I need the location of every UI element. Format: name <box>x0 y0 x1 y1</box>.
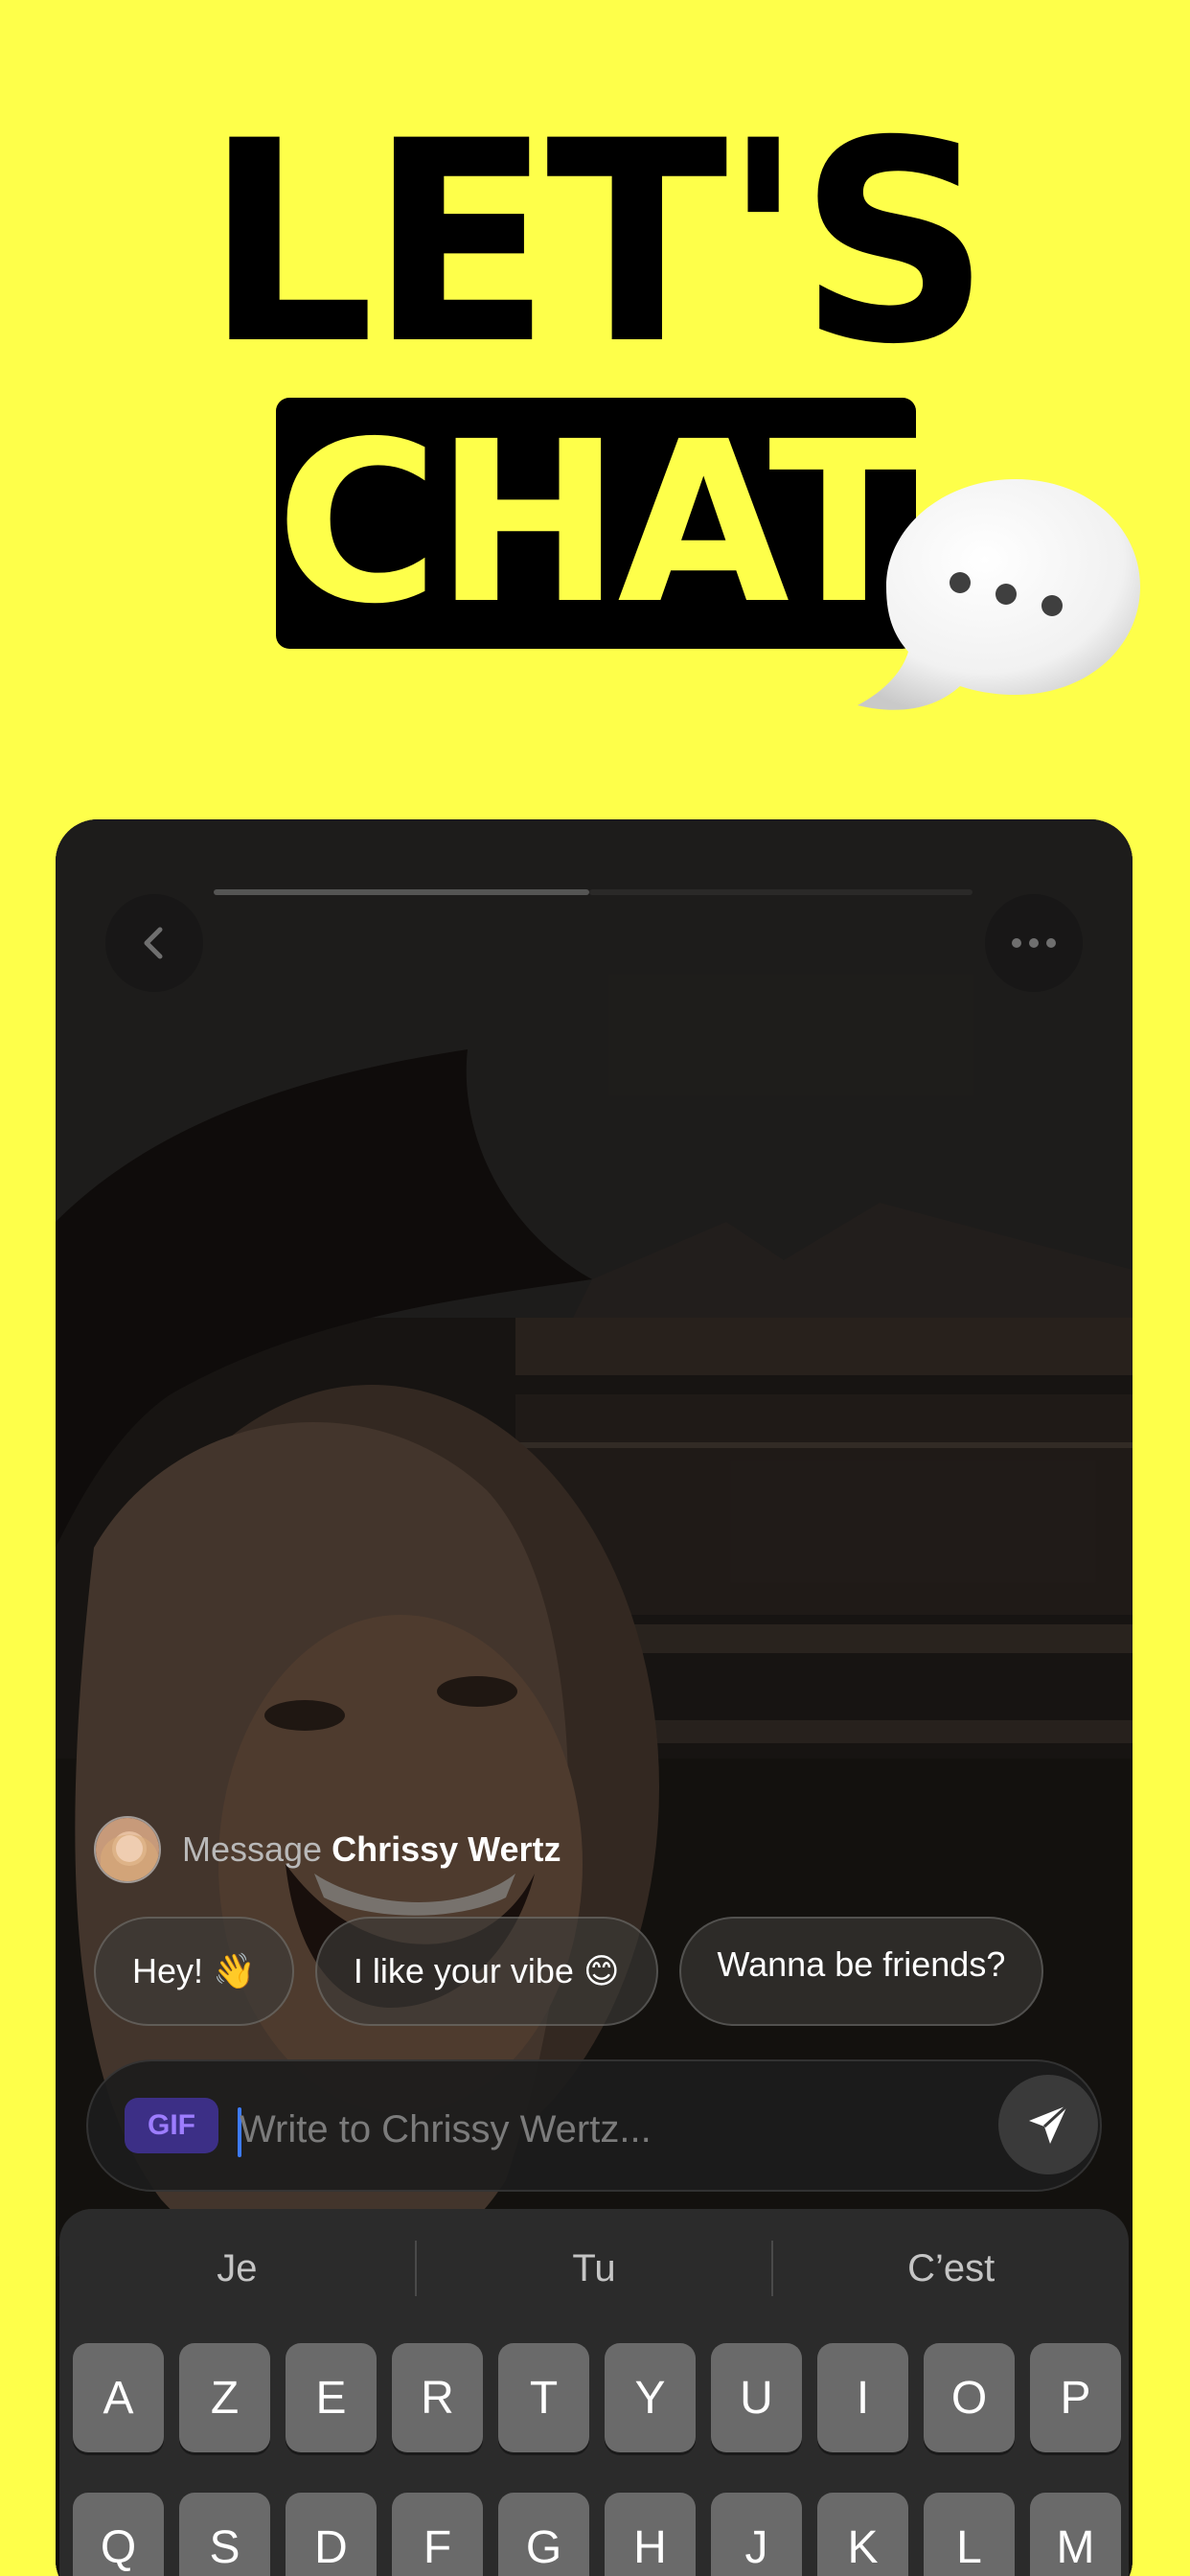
gif-button[interactable]: GIF <box>125 2098 218 2153</box>
key-s[interactable]: S <box>179 2493 270 2576</box>
key-z[interactable]: Z <box>179 2343 270 2452</box>
send-button[interactable] <box>998 2075 1098 2174</box>
key-i[interactable]: I <box>817 2343 908 2452</box>
message-header: Message Chrissy Wertz <box>94 1816 561 1883</box>
key-h[interactable]: H <box>605 2493 696 2576</box>
headline-chat: CHAT <box>276 394 920 653</box>
message-composer: GIF <box>86 2059 1102 2192</box>
key-f[interactable]: F <box>392 2493 483 2576</box>
key-j[interactable]: J <box>711 2493 802 2576</box>
avatar[interactable] <box>94 1816 161 1883</box>
quick-reply-chip[interactable]: Hey! 👋 <box>94 1917 294 2026</box>
key-d[interactable]: D <box>286 2493 377 2576</box>
avatar-image <box>96 1818 159 1881</box>
keyboard-row-1: A Z E R T Y U I O P <box>73 2343 1121 2452</box>
key-g[interactable]: G <box>498 2493 589 2576</box>
keyboard: Je Tu C’est A Z E R T Y U I O P Q S D F … <box>59 2209 1129 2576</box>
key-u[interactable]: U <box>711 2343 802 2452</box>
keyboard-suggestions: Je Tu C’est <box>59 2209 1129 2328</box>
more-dots-icon <box>1012 938 1056 948</box>
message-prefix: Message <box>182 1829 323 1869</box>
key-e[interactable]: E <box>286 2343 377 2452</box>
more-options-button[interactable] <box>985 894 1083 992</box>
key-o[interactable]: O <box>924 2343 1015 2452</box>
message-input[interactable] <box>240 2096 949 2163</box>
key-p[interactable]: P <box>1030 2343 1121 2452</box>
suggestion-item[interactable]: Je <box>59 2209 415 2328</box>
headline-lets: LET'S <box>204 82 991 405</box>
quick-replies: Hey! 👋 I like your vibe 😊 Wanna be frien… <box>94 1917 1044 2026</box>
quick-reply-chip[interactable]: Wanna be friends? <box>678 1917 1044 2026</box>
key-k[interactable]: K <box>817 2493 908 2576</box>
keyboard-row-2: Q S D F G H J K L M <box>73 2493 1121 2576</box>
phone-chat-screen: Message Chrissy Wertz Hey! 👋 I like your… <box>56 819 1133 2576</box>
story-progress-track <box>589 889 973 895</box>
recipient-name: Chrissy Wertz <box>332 1829 561 1869</box>
suggestion-item[interactable]: Tu <box>417 2209 772 2328</box>
key-m[interactable]: M <box>1030 2493 1121 2576</box>
quick-reply-chip[interactable]: I like your vibe 😊 <box>314 1917 658 2026</box>
send-icon <box>1029 2104 1069 2144</box>
speech-bubble-icon <box>858 479 1140 710</box>
key-a[interactable]: A <box>73 2343 164 2452</box>
key-q[interactable]: Q <box>73 2493 164 2576</box>
suggestion-item[interactable]: C’est <box>773 2209 1129 2328</box>
key-t[interactable]: T <box>498 2343 589 2452</box>
story-progress-bar <box>214 889 589 895</box>
back-button[interactable] <box>105 894 203 992</box>
key-l[interactable]: L <box>924 2493 1015 2576</box>
key-y[interactable]: Y <box>605 2343 696 2452</box>
back-chevron-icon <box>144 927 163 959</box>
key-r[interactable]: R <box>392 2343 483 2452</box>
